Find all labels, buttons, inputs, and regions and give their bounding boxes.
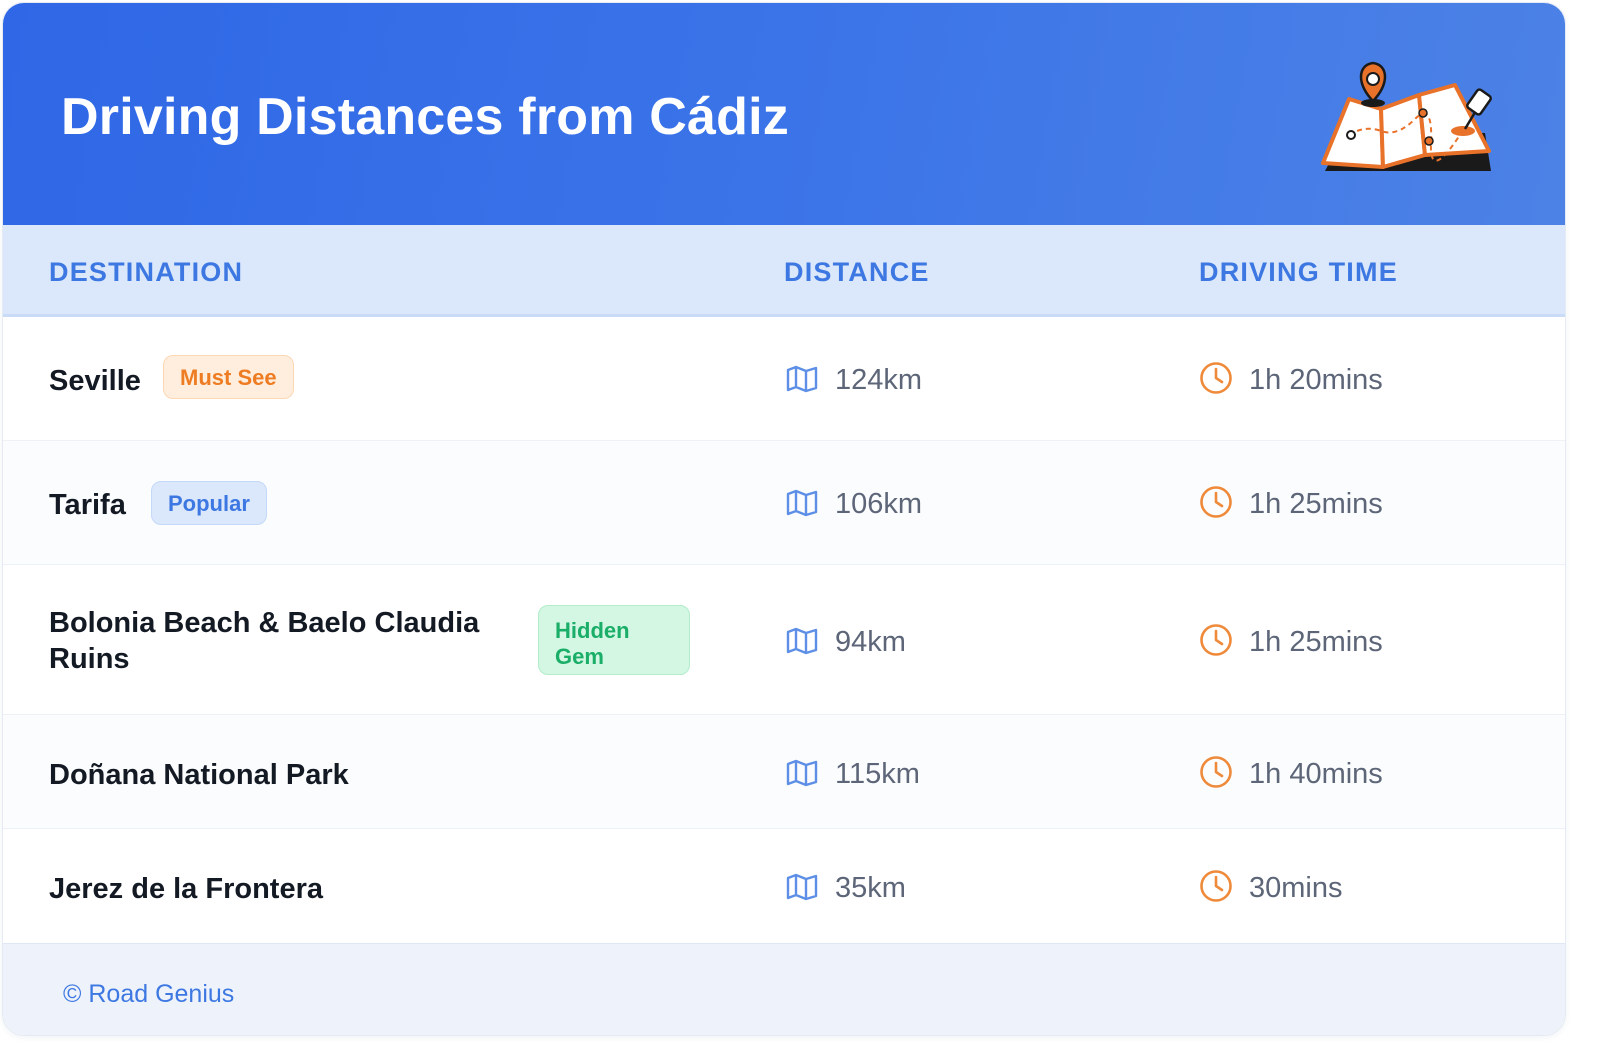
- page-title: Driving Distances from Cádiz: [61, 88, 789, 146]
- clock-icon: [1200, 870, 1232, 902]
- distance-value: 94km: [835, 626, 906, 658]
- destination-name: Tarifa: [49, 489, 126, 521]
- table-row: Seville Must See 124km 1h 20mins: [3, 317, 1565, 441]
- destination-name: Seville: [49, 365, 141, 397]
- distance-value: 124km: [835, 364, 923, 396]
- column-header-driving-time: DRIVING TIME: [1199, 257, 1398, 287]
- table-row: Jerez de la Frontera 35km 30mins: [3, 829, 1565, 943]
- clock-icon: [1200, 486, 1232, 518]
- map-icon: [786, 627, 818, 655]
- clock-icon: [1200, 756, 1232, 788]
- distance-value: 106km: [835, 488, 923, 520]
- driving-time-value: 1h 20mins: [1249, 364, 1383, 396]
- map-icon: [786, 759, 818, 787]
- status-badge: Must See: [163, 355, 294, 399]
- status-badge: Hidden Gem: [538, 605, 690, 675]
- status-badge: Popular: [151, 481, 267, 525]
- driving-time-value: 1h 25mins: [1249, 626, 1383, 658]
- table-row: Bolonia Beach & Baelo Claudia Ruins Hidd…: [3, 565, 1565, 715]
- table-row: Tarifa Popular 106km 1h 25mins: [3, 441, 1565, 565]
- footer: © Road Genius: [3, 943, 1565, 1035]
- distance-value: 35km: [835, 872, 906, 904]
- destination-name: Bolonia Beach & Baelo Claudia Ruins: [49, 607, 480, 675]
- column-header-destination: DESTINATION: [49, 257, 244, 287]
- destination-name: Jerez de la Frontera: [49, 873, 323, 905]
- driving-time-value: 30mins: [1249, 872, 1343, 904]
- clock-icon: [1200, 362, 1232, 394]
- destination-name: Doñana National Park: [49, 759, 349, 791]
- footer-credit-link[interactable]: © Road Genius: [63, 980, 234, 1009]
- distance-value: 115km: [835, 758, 920, 790]
- map-icon: [786, 873, 818, 901]
- clock-icon: [1200, 624, 1232, 656]
- map-icon: [786, 489, 818, 517]
- driving-time-value: 1h 40mins: [1249, 758, 1383, 790]
- table-row: Doñana National Park 115km 1h 40mins: [3, 715, 1565, 829]
- map-icon: [786, 365, 818, 393]
- header-banner: Driving Distances from Cádiz: [3, 3, 1565, 225]
- driving-time-value: 1h 25mins: [1249, 488, 1383, 520]
- driving-distances-card: Driving Distances from Cádiz DESTINATION…: [2, 2, 1566, 1036]
- table-header: DESTINATION DISTANCE DRIVING TIME: [3, 225, 1565, 317]
- map-with-pins-icon: [1321, 61, 1492, 171]
- column-header-distance: DISTANCE: [784, 257, 930, 287]
